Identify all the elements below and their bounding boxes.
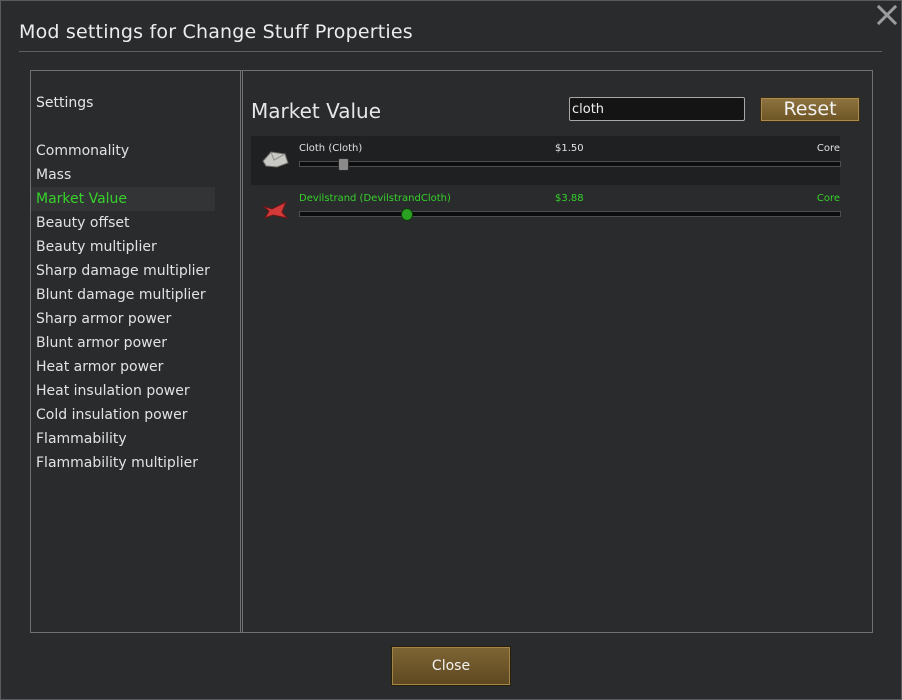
sidebar-item-sharp-armor-power[interactable]: Sharp armor power (31, 307, 215, 331)
item-value: $3.88 (555, 193, 584, 204)
sidebar-item-blunt-armor-power[interactable]: Blunt armor power (31, 331, 215, 355)
item-name: Devilstrand (DevilstrandCloth) (299, 193, 451, 204)
section-title: Market Value (251, 99, 382, 123)
market-value-slider[interactable] (299, 158, 841, 171)
sidebar-item-beauty-offset[interactable]: Beauty offset (31, 211, 215, 235)
sidebar-item-flammability[interactable]: Flammability (31, 427, 215, 451)
sidebar-item-market-value[interactable]: Market Value (31, 187, 215, 211)
sidebar-item-sharp-damage-multiplier[interactable]: Sharp damage multiplier (31, 259, 215, 283)
slider-handle[interactable] (400, 208, 413, 221)
devilstrand-icon (260, 198, 290, 220)
item-value: $1.50 (555, 143, 584, 154)
mod-settings-dialog: Mod settings for Change Stuff Properties… (0, 0, 902, 700)
slider-handle[interactable] (338, 158, 350, 171)
sidebar-item-flammability-multiplier[interactable]: Flammability multiplier (31, 451, 215, 475)
sidebar-item-mass[interactable]: Mass (31, 163, 215, 187)
item-source: Core (816, 143, 840, 154)
cloth-icon (260, 148, 290, 170)
sidebar-item-heat-insulation-power[interactable]: Heat insulation power (31, 379, 215, 403)
list-item: Devilstrand (DevilstrandCloth) $3.88 Cor… (251, 186, 841, 235)
sidebar-item-blunt-damage-multiplier[interactable]: Blunt damage multiplier (31, 283, 215, 307)
list-item: Cloth (Cloth) $1.50 Core (251, 136, 841, 185)
sidebar-item-beauty-multiplier[interactable]: Beauty multiplier (31, 235, 215, 259)
sidebar-item-cold-insulation-power[interactable]: Cold insulation power (31, 403, 215, 427)
dialog-title: Mod settings for Change Stuff Properties (19, 21, 413, 43)
sidebar-item-commonality[interactable]: Commonality (31, 139, 215, 163)
sidebar-list: Commonality Mass Market Value Beauty off… (31, 139, 215, 475)
item-name: Cloth (Cloth) (299, 143, 363, 154)
search-input[interactable] (569, 97, 745, 121)
settings-frame: Settings Commonality Mass Market Value B… (30, 70, 873, 633)
reset-button[interactable]: Reset (760, 97, 860, 122)
close-button[interactable]: Close (391, 646, 511, 686)
market-value-slider[interactable] (299, 208, 841, 221)
title-divider (19, 51, 882, 52)
settings-main-panel: Market Value Reset Cloth (Cloth) $1.50 C… (242, 71, 873, 632)
settings-sidebar: Settings Commonality Mass Market Value B… (31, 71, 241, 632)
sidebar-item-heat-armor-power[interactable]: Heat armor power (31, 355, 215, 379)
close-icon[interactable] (875, 3, 899, 27)
item-source: Core (816, 193, 840, 204)
sidebar-heading: Settings (36, 95, 94, 111)
